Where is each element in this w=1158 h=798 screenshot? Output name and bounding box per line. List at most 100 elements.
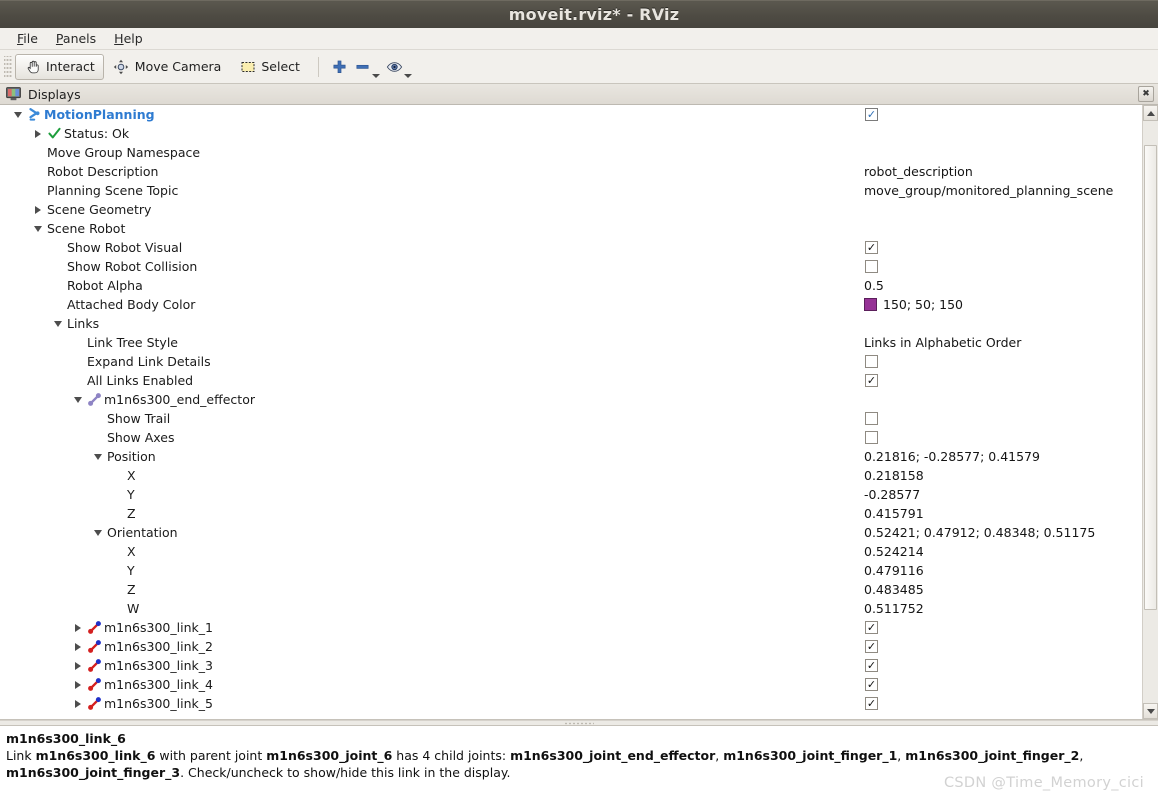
row-checkbox[interactable]: ✓: [865, 241, 878, 254]
tree-row[interactable]: MotionPlanning ✓: [0, 105, 1142, 124]
tree-row-name-cell[interactable]: Robot Alpha: [0, 276, 863, 295]
expand-arrow-icon[interactable]: [70, 637, 86, 656]
tree-row-value-cell[interactable]: -0.28577: [863, 485, 1142, 504]
expand-arrow-icon[interactable]: [30, 200, 46, 219]
tree-row-value-cell[interactable]: move_group/monitored_planning_scene: [863, 181, 1142, 200]
remove-display-button[interactable]: [351, 54, 383, 80]
tree-row[interactable]: X 0.218158: [0, 466, 1142, 485]
tree-row-value-cell[interactable]: Links in Alphabetic Order: [863, 333, 1142, 352]
row-checkbox[interactable]: [865, 431, 878, 444]
tree-row[interactable]: Orientation 0.52421; 0.47912; 0.48348; 0.…: [0, 523, 1142, 542]
tree-row-value-cell[interactable]: 0.524214: [863, 542, 1142, 561]
tree-row[interactable]: X 0.524214: [0, 542, 1142, 561]
tree-row-name-cell[interactable]: m1n6s300_link_4: [0, 675, 863, 694]
tree-row[interactable]: m1n6s300_link_2 ✓: [0, 637, 1142, 656]
tree-row-value-cell[interactable]: 150; 50; 150: [863, 295, 1142, 314]
tree-row-name-cell[interactable]: MotionPlanning: [0, 105, 863, 124]
tree-row-name-cell[interactable]: X: [0, 542, 863, 561]
menu-panels[interactable]: Panels: [47, 29, 105, 48]
tree-row[interactable]: m1n6s300_link_3 ✓: [0, 656, 1142, 675]
tree-row-value-cell[interactable]: 0.21816; -0.28577; 0.41579: [863, 447, 1142, 466]
tree-row[interactable]: m1n6s300_link_5 ✓: [0, 694, 1142, 713]
tree-row[interactable]: Z 0.415791: [0, 504, 1142, 523]
tree-row-name-cell[interactable]: Status: Ok: [0, 124, 863, 143]
tree-row-value-cell[interactable]: 0.218158: [863, 466, 1142, 485]
tree-row-name-cell[interactable]: Show Robot Collision: [0, 257, 863, 276]
focus-dropdown-arrow-icon[interactable]: [403, 73, 412, 78]
tree-row[interactable]: Status: Ok: [0, 124, 1142, 143]
tree-row[interactable]: m1n6s300_end_effector: [0, 390, 1142, 409]
tree-row-name-cell[interactable]: Planning Scene Topic: [0, 181, 863, 200]
row-checkbox[interactable]: ✓: [865, 659, 878, 672]
tree-row-value-cell[interactable]: ✓: [863, 621, 1142, 634]
tree-row[interactable]: m1n6s300_link_4 ✓: [0, 675, 1142, 694]
tree-row[interactable]: Planning Scene Topic move_group/monitored…: [0, 181, 1142, 200]
scroll-up-button[interactable]: [1143, 105, 1158, 121]
collapse-arrow-icon[interactable]: [90, 523, 106, 542]
tree-row-value-cell[interactable]: 0.415791: [863, 504, 1142, 523]
tree-row-name-cell[interactable]: Show Robot Visual: [0, 238, 863, 257]
toolbar-drag-handle[interactable]: [4, 55, 12, 78]
tree-row[interactable]: Move Group Namespace: [0, 143, 1142, 162]
close-icon[interactable]: ✖: [1138, 86, 1154, 102]
tree-row-value-cell[interactable]: 0.52421; 0.47912; 0.48348; 0.51175: [863, 523, 1142, 542]
tree-row[interactable]: W 0.511752: [0, 599, 1142, 618]
interact-tool-button[interactable]: Interact: [15, 53, 104, 80]
row-checkbox[interactable]: ✓: [865, 374, 878, 387]
row-checkbox[interactable]: [865, 355, 878, 368]
select-tool-button[interactable]: Select: [230, 54, 309, 80]
add-display-button[interactable]: [328, 54, 351, 80]
tree-row-name-cell[interactable]: All Links Enabled: [0, 371, 863, 390]
tree-row[interactable]: Link Tree Style Links in Alphabetic Order: [0, 333, 1142, 352]
row-checkbox[interactable]: ✓: [865, 108, 878, 121]
tree-row-name-cell[interactable]: Expand Link Details: [0, 352, 863, 371]
tree-row-value-cell[interactable]: 0.483485: [863, 580, 1142, 599]
tree-row-name-cell[interactable]: m1n6s300_link_1: [0, 618, 863, 637]
tree-row-name-cell[interactable]: Z: [0, 504, 863, 523]
tree-row[interactable]: Scene Geometry: [0, 200, 1142, 219]
tree-row-name-cell[interactable]: Y: [0, 561, 863, 580]
tree-row-value-cell[interactable]: ✓: [863, 108, 1142, 121]
tree-row[interactable]: Y 0.479116: [0, 561, 1142, 580]
tree-row-name-cell[interactable]: Robot Description: [0, 162, 863, 181]
tree-row-value-cell[interactable]: ✓: [863, 659, 1142, 672]
tree-row-name-cell[interactable]: Move Group Namespace: [0, 143, 863, 162]
tree-row-name-cell[interactable]: Y: [0, 485, 863, 504]
tree-row[interactable]: Robot Description robot_description: [0, 162, 1142, 181]
tree-row-value-cell[interactable]: [863, 260, 1142, 273]
collapse-arrow-icon[interactable]: [10, 105, 26, 124]
tree-row-name-cell[interactable]: Scene Robot: [0, 219, 863, 238]
move-camera-tool-button[interactable]: Move Camera: [104, 54, 231, 80]
tree-row-name-cell[interactable]: m1n6s300_link_3: [0, 656, 863, 675]
tree-row-name-cell[interactable]: Show Axes: [0, 428, 863, 447]
tree-row-value-cell[interactable]: [863, 355, 1142, 368]
tree-row-name-cell[interactable]: m1n6s300_end_effector: [0, 390, 863, 409]
scrollbar-track[interactable]: [1143, 121, 1158, 703]
expand-arrow-icon[interactable]: [70, 618, 86, 637]
focus-camera-button[interactable]: [383, 54, 415, 80]
row-checkbox[interactable]: ✓: [865, 640, 878, 653]
row-checkbox[interactable]: ✓: [865, 678, 878, 691]
tree-row-value-cell[interactable]: robot_description: [863, 162, 1142, 181]
row-checkbox[interactable]: ✓: [865, 621, 878, 634]
tree-row[interactable]: m1n6s300_link_1 ✓: [0, 618, 1142, 637]
tree-row[interactable]: Show Axes: [0, 428, 1142, 447]
tree-vertical-scrollbar[interactable]: [1142, 105, 1158, 719]
tree-row-name-cell[interactable]: Scene Geometry: [0, 200, 863, 219]
tree-row[interactable]: Expand Link Details: [0, 352, 1142, 371]
expand-arrow-icon[interactable]: [30, 124, 46, 143]
tree-row-value-cell[interactable]: [863, 431, 1142, 444]
expand-arrow-icon[interactable]: [70, 694, 86, 713]
scrollbar-thumb[interactable]: [1144, 145, 1157, 610]
tree-row-name-cell[interactable]: Attached Body Color: [0, 295, 863, 314]
tree-row-value-cell[interactable]: 0.511752: [863, 599, 1142, 618]
expand-arrow-icon[interactable]: [70, 675, 86, 694]
tree-row-value-cell[interactable]: 0.479116: [863, 561, 1142, 580]
tree-row[interactable]: Robot Alpha 0.5: [0, 276, 1142, 295]
tree-row-value-cell[interactable]: ✓: [863, 374, 1142, 387]
collapse-arrow-icon[interactable]: [50, 314, 66, 333]
tree-row-name-cell[interactable]: X: [0, 466, 863, 485]
scroll-down-button[interactable]: [1143, 703, 1158, 719]
expand-arrow-icon[interactable]: [70, 656, 86, 675]
tree-row-value-cell[interactable]: ✓: [863, 697, 1142, 710]
